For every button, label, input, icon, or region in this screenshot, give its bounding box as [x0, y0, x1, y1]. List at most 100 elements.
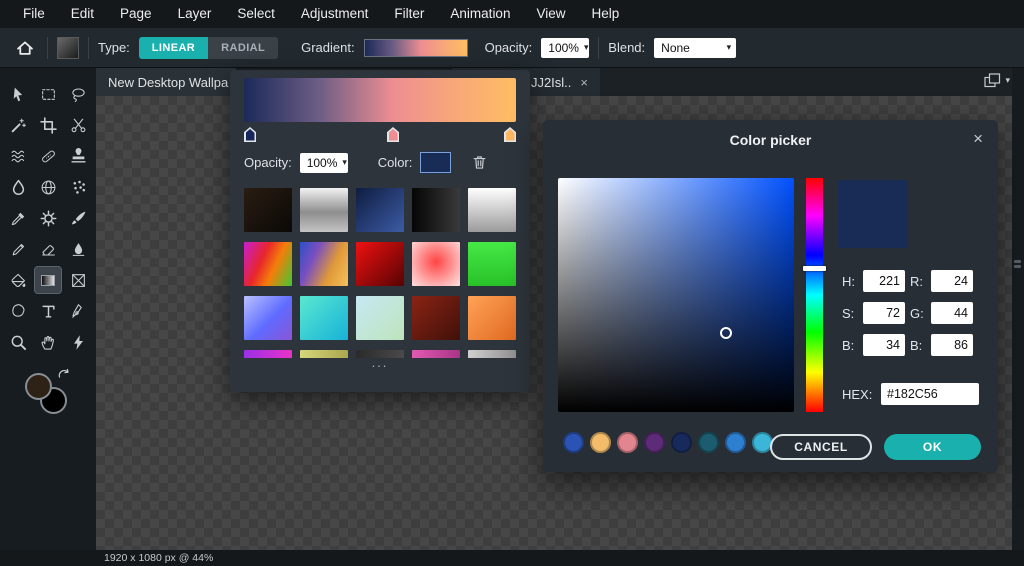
blur-tool[interactable] — [5, 174, 31, 200]
gradient-preset-16[interactable] — [300, 350, 348, 358]
menu-item-help[interactable]: Help — [579, 0, 633, 28]
hue-slider[interactable] — [806, 178, 823, 412]
gradient-preset-11[interactable] — [300, 296, 348, 340]
gradient-preset-2[interactable] — [356, 188, 404, 232]
gradient-preset-1[interactable] — [300, 188, 348, 232]
brush-tool[interactable] — [65, 205, 91, 231]
wand-tool[interactable] — [5, 112, 31, 138]
gradient-stop-1[interactable] — [387, 127, 399, 142]
pencil-tool[interactable] — [5, 236, 31, 262]
close-icon[interactable]: × — [973, 129, 983, 149]
gear-tool[interactable] — [35, 205, 61, 231]
color-swatch-5[interactable] — [698, 432, 719, 453]
spray-tool[interactable] — [65, 174, 91, 200]
right-panel-strip[interactable] — [1012, 68, 1024, 550]
hue-slider-handle[interactable] — [803, 266, 826, 271]
shape-tool[interactable] — [5, 298, 31, 324]
hue-input[interactable] — [863, 270, 905, 292]
menu-item-edit[interactable]: Edit — [58, 0, 107, 28]
foreground-color[interactable] — [25, 373, 52, 400]
red-input[interactable] — [931, 270, 973, 292]
sphere-tool[interactable] — [35, 174, 61, 200]
saturation-brightness-square[interactable] — [558, 178, 794, 412]
stop-color-chip[interactable] — [420, 152, 451, 173]
gradient-preset-18[interactable] — [412, 350, 460, 358]
menu-item-select[interactable]: Select — [224, 0, 288, 28]
gradient-preset-4[interactable] — [468, 188, 516, 232]
radial-type-button[interactable]: RADIAL — [208, 37, 278, 59]
cancel-button[interactable]: CANCEL — [770, 434, 872, 460]
tab-document-1[interactable]: New Desktop Wallpa — [96, 68, 236, 96]
menu-item-view[interactable]: View — [523, 0, 578, 28]
bucket-tool[interactable] — [5, 267, 31, 293]
lasso-tool[interactable] — [65, 81, 91, 107]
more-presets[interactable]: ... — [244, 358, 516, 368]
gradient-preset-8[interactable] — [412, 242, 460, 286]
gradient-preset-10[interactable] — [244, 296, 292, 340]
blue-input[interactable] — [931, 334, 973, 356]
move-tool[interactable] — [5, 81, 31, 107]
linear-type-button[interactable]: LINEAR — [139, 37, 208, 59]
gradient-preset-0[interactable] — [244, 188, 292, 232]
frame-tool[interactable] — [65, 267, 91, 293]
green-input[interactable] — [931, 302, 973, 324]
gradient-preset-5[interactable] — [244, 242, 292, 286]
tool-preset-chip[interactable] — [57, 37, 79, 59]
smudge-tool[interactable] — [65, 236, 91, 262]
gradient-preset-19[interactable] — [468, 350, 516, 358]
saturation-cursor[interactable] — [720, 327, 732, 339]
brightness-input[interactable] — [863, 334, 905, 356]
crop-tool[interactable] — [35, 112, 61, 138]
pen-tool[interactable] — [65, 298, 91, 324]
eraser-tool[interactable] — [35, 236, 61, 262]
home-button[interactable] — [12, 35, 38, 61]
saturation-input[interactable] — [863, 302, 905, 324]
hand-tool[interactable] — [35, 329, 61, 355]
workspace-switcher[interactable]: ▾ — [984, 73, 1010, 88]
gradient-preview[interactable] — [364, 39, 468, 57]
color-swatch-6[interactable] — [725, 432, 746, 453]
marquee-tool[interactable] — [35, 81, 61, 107]
hex-input[interactable] — [881, 383, 979, 405]
gradient-stop-0[interactable] — [244, 127, 256, 142]
blend-dropdown[interactable]: None ▾ — [654, 38, 736, 58]
menu-item-file[interactable]: File — [10, 0, 58, 28]
eyedropper-tool[interactable] — [5, 205, 31, 231]
gradient-preset-15[interactable] — [244, 350, 292, 358]
gradient-preset-12[interactable] — [356, 296, 404, 340]
color-swatch-4[interactable] — [671, 432, 692, 453]
opacity-dropdown[interactable]: 100% ▾ — [541, 38, 589, 58]
color-swatch-2[interactable] — [617, 432, 638, 453]
gradient-preset-7[interactable] — [356, 242, 404, 286]
type-tool[interactable] — [35, 298, 61, 324]
menu-item-page[interactable]: Page — [107, 0, 165, 28]
scissors-tool[interactable] — [65, 112, 91, 138]
heal-tool[interactable] — [35, 143, 61, 169]
sphere-icon — [40, 179, 57, 196]
status-bar: 1920 x 1080 px @ 44% — [0, 550, 1024, 566]
menu-item-filter[interactable]: Filter — [381, 0, 437, 28]
gradient-preset-13[interactable] — [412, 296, 460, 340]
gradient-stop-2[interactable] — [504, 127, 516, 142]
gradient-preset-6[interactable] — [300, 242, 348, 286]
gradient-tool[interactable] — [35, 267, 61, 293]
gradient-preset-9[interactable] — [468, 242, 516, 286]
menu-item-layer[interactable]: Layer — [165, 0, 225, 28]
menu-item-adjustment[interactable]: Adjustment — [288, 0, 382, 28]
color-swatch-0[interactable] — [563, 432, 584, 453]
swap-colors-icon[interactable] — [58, 369, 71, 387]
menu-item-animation[interactable]: Animation — [437, 0, 523, 28]
delete-stop-button[interactable] — [471, 154, 488, 171]
gradient-preset-3[interactable] — [412, 188, 460, 232]
close-icon[interactable]: × — [580, 75, 588, 90]
lightning-tool[interactable] — [65, 329, 91, 355]
color-swatch-1[interactable] — [590, 432, 611, 453]
liquify-tool[interactable] — [5, 143, 31, 169]
ok-button[interactable]: OK — [884, 434, 981, 460]
gradient-preset-14[interactable] — [468, 296, 516, 340]
stamp-tool[interactable] — [65, 143, 91, 169]
stop-opacity-dropdown[interactable]: 100% ▾ — [300, 153, 348, 173]
gradient-editor-preview[interactable] — [244, 78, 516, 122]
zoom-tool[interactable] — [5, 329, 31, 355]
color-swatch-3[interactable] — [644, 432, 665, 453]
